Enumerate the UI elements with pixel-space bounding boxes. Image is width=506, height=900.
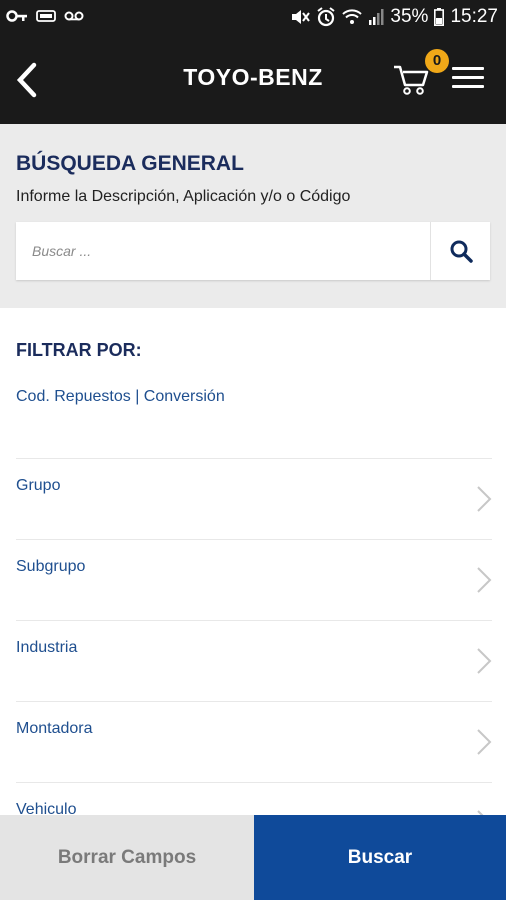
tape-icon — [64, 11, 84, 21]
chevron-right-icon — [477, 648, 492, 674]
chevron-right-icon — [477, 729, 492, 755]
cart-icon[interactable] — [392, 60, 430, 98]
search-box — [16, 222, 490, 280]
filter-item-subgrupo[interactable]: Subgrupo — [16, 539, 492, 620]
search-input[interactable] — [16, 222, 416, 280]
voicemail-icon — [36, 10, 56, 22]
filter-item-label: Subgrupo — [16, 558, 86, 575]
battery-percent: 35% — [390, 6, 429, 27]
section-subtitle: Informe la Descripción, Aplicación y/o o… — [16, 188, 351, 205]
chevron-right-icon — [477, 486, 492, 512]
search-button[interactable] — [431, 222, 490, 280]
clear-fields-button[interactable]: Borrar Campos — [0, 815, 254, 900]
filter-item-label: Montadora — [16, 720, 93, 737]
submit-search-button[interactable]: Buscar — [254, 815, 506, 900]
status-bar: 35% 15:27 — [0, 0, 506, 36]
filter-item-industria[interactable]: Industria — [16, 620, 492, 701]
status-right-icons: 35% 15:27 — [290, 6, 498, 28]
filter-item-label: Grupo — [16, 477, 61, 494]
filter-list: Grupo Subgrupo Industria Montadora Vehic… — [16, 458, 492, 863]
search-icon — [450, 240, 473, 263]
mute-icon — [292, 10, 311, 24]
general-search-section: BÚSQUEDA GENERAL Informe la Descripción,… — [0, 124, 506, 308]
conversion-link[interactable]: Conversión — [144, 388, 225, 405]
cod-repuestos-link[interactable]: Cod. Repuestos — [16, 388, 131, 405]
chevron-right-icon — [477, 567, 492, 593]
wifi-icon — [342, 9, 363, 24]
link-separator: | — [135, 388, 140, 405]
bottom-action-bar: Borrar Campos Buscar — [0, 815, 506, 900]
filter-item-montadora[interactable]: Montadora — [16, 701, 492, 782]
app-bar: TOYO-BENZ 0 — [0, 36, 506, 124]
alarm-icon — [317, 7, 336, 27]
filter-item-label: Industria — [16, 639, 78, 656]
signal-icon — [369, 9, 384, 25]
key-icon — [6, 10, 27, 22]
status-left-icons — [6, 9, 84, 23]
cart-count-badge: 0 — [425, 49, 449, 73]
battery-icon — [434, 8, 445, 26]
filter-title: FILTRAR POR: — [16, 340, 142, 360]
hamburger-menu-icon[interactable] — [452, 67, 484, 93]
status-time: 15:27 — [450, 6, 498, 27]
filter-item-grupo[interactable]: Grupo — [16, 458, 492, 539]
filter-links: Cod. Repuestos | Conversión — [16, 388, 225, 406]
section-title: BÚSQUEDA GENERAL — [16, 152, 244, 175]
